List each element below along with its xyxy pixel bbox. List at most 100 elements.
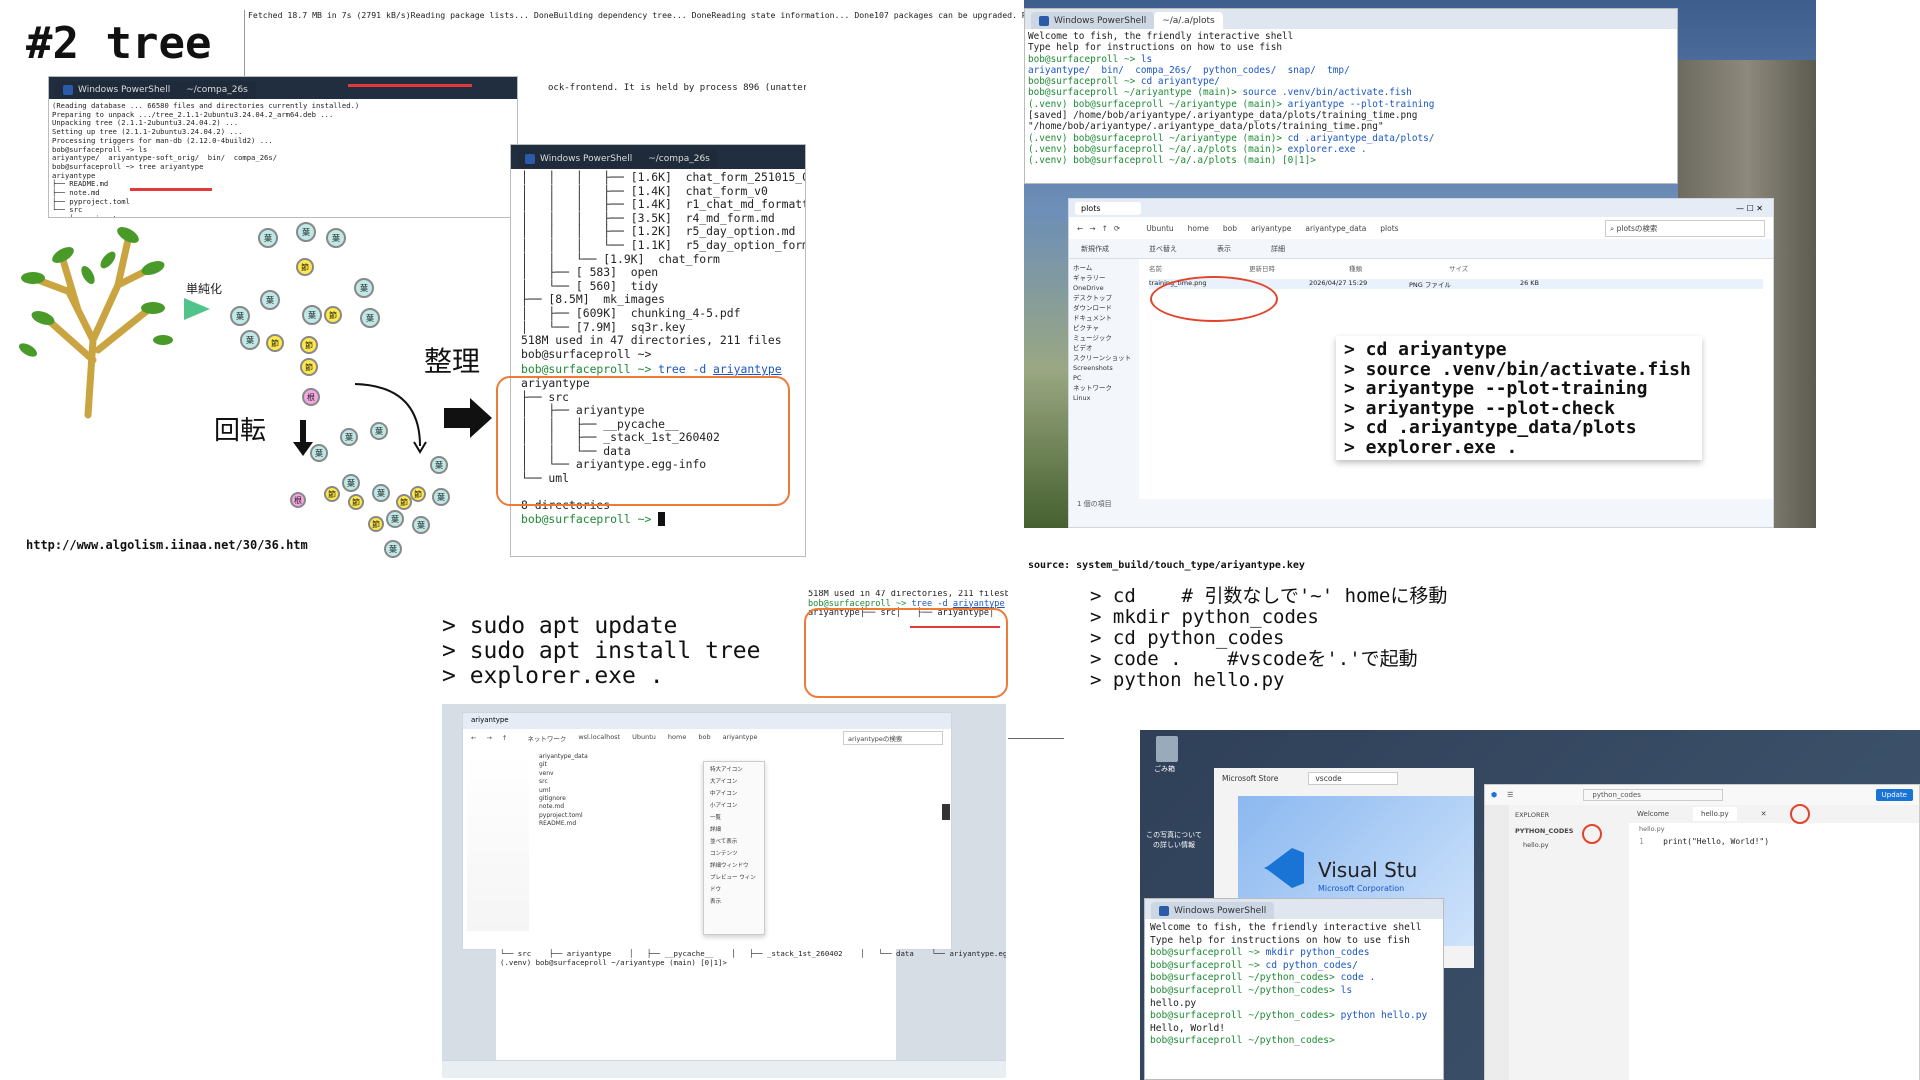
breadcrumb-item[interactable]: wsl.localhost bbox=[578, 733, 620, 743]
file-item[interactable]: note.md bbox=[539, 803, 637, 811]
menu-item[interactable]: 小アイコン bbox=[710, 800, 758, 812]
terminal-line: Hello, World! bbox=[1150, 1022, 1226, 1034]
recycle-bin-label: ごみ箱 bbox=[1154, 765, 1175, 773]
folder-name[interactable]: PYTHON_CODES bbox=[1515, 827, 1623, 835]
column-header[interactable]: 種類 bbox=[1349, 263, 1449, 273]
nav-item[interactable]: ビデオ bbox=[1073, 343, 1135, 353]
code-line[interactable]: 1 print("Hello, World!") bbox=[1629, 835, 1919, 848]
command-center[interactable]: python_codes bbox=[1583, 789, 1724, 801]
nav-item[interactable]: Linux bbox=[1073, 393, 1135, 403]
refresh-icon[interactable]: ⟳ bbox=[1114, 224, 1120, 233]
nav-item[interactable]: Screenshots bbox=[1073, 363, 1135, 373]
breadcrumb-item[interactable]: plots bbox=[1380, 224, 1398, 233]
toolbar-button[interactable]: 新規作成 bbox=[1081, 244, 1109, 254]
tree-line: │ │ │ ├── [1.6K] chat_form_251015_0 bbox=[521, 170, 806, 184]
file-item[interactable]: gitignore bbox=[539, 795, 637, 803]
nav-item[interactable]: ギャラリー bbox=[1073, 273, 1135, 283]
breadcrumb-item[interactable]: bob bbox=[698, 733, 710, 743]
file-item[interactable]: uml bbox=[539, 787, 637, 795]
terminal-tab[interactable]: ~/compa_26s bbox=[640, 150, 718, 168]
menu-icon[interactable]: ☰ bbox=[1507, 791, 1513, 799]
breadcrumb-item[interactable]: home bbox=[668, 733, 686, 743]
up-icon[interactable]: ↑ bbox=[1102, 224, 1108, 233]
nav-item[interactable]: スクリーンショット bbox=[1073, 353, 1135, 363]
explorer-tab[interactable]: ariyantype bbox=[463, 713, 951, 729]
breadcrumb-item[interactable]: Ubuntu bbox=[632, 733, 656, 743]
nav-item[interactable]: ダウンロード bbox=[1073, 303, 1135, 313]
file-item[interactable]: ariyantype_data bbox=[539, 753, 637, 761]
column-header[interactable]: 更新日時 bbox=[1249, 263, 1349, 273]
address-bar[interactable]: ネットワーク wsl.localhost Ubuntu home bob ariyanty… bbox=[527, 733, 757, 743]
column-header[interactable]: 名前 bbox=[1149, 263, 1249, 273]
menu-item[interactable]: 中アイコン bbox=[710, 788, 758, 800]
simplify-arrow bbox=[184, 298, 210, 320]
menu-item[interactable]: 特大アイコン bbox=[710, 764, 758, 776]
nav-item[interactable]: ミュージック bbox=[1073, 333, 1135, 343]
command-line: > code . #vscodeを'.'で起動 bbox=[1090, 648, 1418, 670]
terminal-tab[interactable]: Windows PowerShell bbox=[55, 81, 179, 99]
toolbar-button[interactable]: 並べ替え bbox=[1149, 244, 1177, 254]
menu-item[interactable]: 表示 bbox=[710, 896, 758, 908]
search-input[interactable]: ariyantypeの検索 bbox=[843, 731, 943, 745]
breadcrumb-item[interactable]: ariyantype bbox=[723, 733, 758, 743]
leaf-node: 葉 bbox=[412, 516, 430, 534]
menu-item[interactable]: 並べて表示 bbox=[710, 836, 758, 848]
menu-item[interactable]: 大アイコン bbox=[710, 776, 758, 788]
breadcrumb-item[interactable]: ネットワーク bbox=[527, 733, 566, 743]
breadcrumb-item[interactable]: bob bbox=[1223, 224, 1237, 233]
recycle-bin-icon[interactable] bbox=[1156, 736, 1178, 762]
menu-item[interactable]: 一覧 bbox=[710, 812, 758, 824]
back-icon[interactable]: ← bbox=[1077, 224, 1083, 233]
nav-item[interactable]: ドキュメント bbox=[1073, 313, 1135, 323]
breadcrumb-item[interactable]: home bbox=[1188, 224, 1209, 233]
nav-item[interactable]: PC bbox=[1073, 373, 1135, 383]
menu-item[interactable]: 詳細 bbox=[710, 824, 758, 836]
tab-hello-py[interactable]: hello.py bbox=[1693, 807, 1737, 821]
leaf-node: 葉 bbox=[430, 456, 448, 474]
terminal-tab[interactable]: Windows PowerShell bbox=[1151, 902, 1275, 919]
up-icon[interactable]: ↑ bbox=[502, 734, 507, 742]
plot-commands: > cd ariyantype > source .venv/bin/activa… bbox=[1336, 336, 1702, 460]
file-item[interactable]: README.md bbox=[539, 820, 637, 828]
nav-item[interactable]: ホーム bbox=[1073, 263, 1135, 273]
terminal-tab[interactable]: ~/a/.a/plots bbox=[1154, 12, 1223, 29]
tree-line: │ │ │ ├── [3.5K] r4_md_form.md bbox=[521, 210, 775, 225]
toolbar-button[interactable]: 詳細 bbox=[1271, 244, 1285, 254]
nav-item[interactable]: OneDrive bbox=[1073, 283, 1135, 293]
terminal-tab[interactable]: Windows PowerShell bbox=[517, 150, 641, 168]
file-item[interactable]: venv bbox=[539, 770, 637, 778]
divider-line bbox=[1008, 738, 1064, 739]
tab-welcome[interactable]: Welcome bbox=[1637, 810, 1669, 818]
update-button[interactable]: Update bbox=[1875, 789, 1913, 801]
forward-icon[interactable]: → bbox=[1089, 224, 1095, 233]
menu-item[interactable]: 詳細ウィンドウ bbox=[710, 860, 758, 872]
close-icon[interactable]: ✕ bbox=[1761, 810, 1767, 818]
file-item[interactable]: pyproject.toml bbox=[539, 812, 637, 820]
terminal-line: bob@surfaceproll ~/python_codes> python … bbox=[1150, 1010, 1428, 1022]
organize-arrow bbox=[444, 408, 470, 428]
store-search[interactable]: vscode bbox=[1308, 771, 1399, 785]
nav-item[interactable]: デスクトップ bbox=[1073, 293, 1135, 303]
activity-bar[interactable] bbox=[1485, 805, 1509, 1080]
column-header[interactable]: サイズ bbox=[1449, 263, 1549, 273]
terminal-tab[interactable]: Windows PowerShell bbox=[1031, 12, 1155, 29]
explorer-tab[interactable]: plots bbox=[1075, 201, 1141, 215]
nav-item[interactable]: ピクチャ bbox=[1073, 323, 1135, 333]
menu-item[interactable]: コンテンツ bbox=[710, 848, 758, 860]
address-bar[interactable]: Ubuntu home bob ariyantype ariyantype_data pl… bbox=[1146, 224, 1398, 233]
fish-output: Welcome to fish, the friendly interactiv… bbox=[1025, 29, 1677, 169]
breadcrumb-item[interactable]: ariyantype_data bbox=[1305, 224, 1366, 233]
terminal-tab[interactable]: ~/compa_26s bbox=[178, 81, 256, 99]
back-icon[interactable]: ← bbox=[471, 734, 476, 742]
breadcrumb-item[interactable]: Ubuntu bbox=[1146, 224, 1173, 233]
file-item[interactable]: src bbox=[539, 778, 637, 786]
nav-item[interactable]: ネットワーク bbox=[1073, 383, 1135, 393]
file-item[interactable]: hello.py bbox=[1515, 841, 1623, 849]
forward-icon[interactable]: → bbox=[486, 734, 491, 742]
window-controls[interactable]: — ☐ ✕ bbox=[1736, 204, 1773, 213]
menu-item[interactable]: プレビュー ウィンドウ bbox=[710, 872, 758, 896]
breadcrumb-item[interactable]: ariyantype bbox=[1251, 224, 1291, 233]
file-item[interactable]: git bbox=[539, 761, 637, 769]
toolbar-button[interactable]: 表示 bbox=[1217, 244, 1231, 254]
search-input[interactable]: ⌕ plotsの検索 bbox=[1605, 219, 1765, 237]
